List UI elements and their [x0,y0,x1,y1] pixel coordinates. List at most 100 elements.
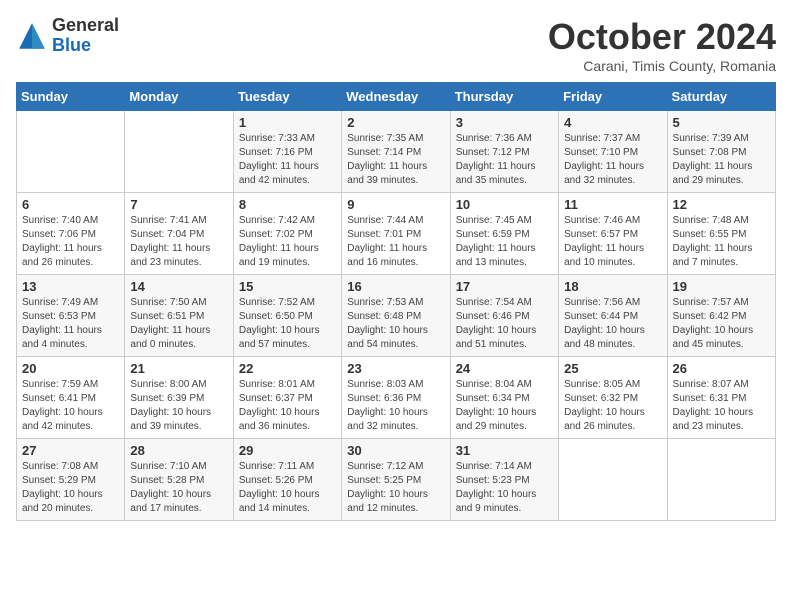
day-detail: Sunrise: 7:57 AM Sunset: 6:42 PM Dayligh… [673,296,770,352]
day-detail: Sunrise: 7:56 AM Sunset: 6:44 PM Dayligh… [564,296,661,352]
day-cell: 1 Sunrise: 7:33 AM Sunset: 7:16 PM Daylig… [233,111,341,193]
day-number: 15 [239,279,336,294]
day-cell [667,439,775,521]
day-number: 17 [456,279,553,294]
day-detail: Sunrise: 7:50 AM Sunset: 6:51 PM Dayligh… [130,296,227,352]
logo-general-text: General [52,16,119,36]
day-number: 16 [347,279,444,294]
week-row-5: 27 Sunrise: 7:08 AM Sunset: 5:29 PM Dayli… [17,439,776,521]
day-cell: 15 Sunrise: 7:52 AM Sunset: 6:50 PM Dayli… [233,275,341,357]
day-number: 11 [564,197,661,212]
day-detail: Sunrise: 7:52 AM Sunset: 6:50 PM Dayligh… [239,296,336,352]
day-number: 2 [347,115,444,130]
day-cell: 2Sunrise: 7:35 AM Sunset: 7:14 PM Daylig… [342,111,450,193]
day-detail: Sunrise: 7:54 AM Sunset: 6:46 PM Dayligh… [456,296,553,352]
day-detail: Sunrise: 7:39 AM Sunset: 7:08 PM Dayligh… [673,132,770,188]
day-header-sunday: Sunday [17,83,125,111]
day-detail: Sunrise: 8:05 AM Sunset: 6:32 PM Dayligh… [564,378,661,434]
day-cell: 19Sunrise: 7:57 AM Sunset: 6:42 PM Dayli… [667,275,775,357]
logo-blue-text: Blue [52,36,119,56]
day-number: 5 [673,115,770,130]
day-detail: Sunrise: 8:04 AM Sunset: 6:34 PM Dayligh… [456,378,553,434]
day-header-saturday: Saturday [667,83,775,111]
day-detail: Sunrise: 7:08 AM Sunset: 5:29 PM Dayligh… [22,460,119,516]
month-title: October 2024 [548,16,776,58]
day-cell: 17 Sunrise: 7:54 AM Sunset: 6:46 PM Dayli… [450,275,558,357]
day-cell: 3 Sunrise: 7:36 AM Sunset: 7:12 PM Daylig… [450,111,558,193]
day-number: 4 [564,115,661,130]
day-detail: Sunrise: 7:48 AM Sunset: 6:55 PM Dayligh… [673,214,770,270]
day-number: 22 [239,361,336,376]
day-detail: Sunrise: 7:40 AM Sunset: 7:06 PM Dayligh… [22,214,119,270]
day-cell: 6Sunrise: 7:40 AM Sunset: 7:06 PM Daylig… [17,193,125,275]
day-number: 12 [673,197,770,212]
day-header-tuesday: Tuesday [233,83,341,111]
day-detail: Sunrise: 7:36 AM Sunset: 7:12 PM Dayligh… [456,132,553,188]
day-cell: 14 Sunrise: 7:50 AM Sunset: 6:51 PM Dayli… [125,275,233,357]
day-number: 3 [456,115,553,130]
day-number: 26 [673,361,770,376]
day-detail: Sunrise: 7:59 AM Sunset: 6:41 PM Dayligh… [22,378,119,434]
logo: General Blue [16,16,119,56]
day-detail: Sunrise: 7:44 AM Sunset: 7:01 PM Dayligh… [347,214,444,270]
day-detail: Sunrise: 8:01 AM Sunset: 6:37 PM Dayligh… [239,378,336,434]
day-number: 30 [347,443,444,458]
day-detail: Sunrise: 7:10 AM Sunset: 5:28 PM Dayligh… [130,460,227,516]
day-detail: Sunrise: 8:03 AM Sunset: 6:36 PM Dayligh… [347,378,444,434]
calendar-body: 1 Sunrise: 7:33 AM Sunset: 7:16 PM Daylig… [17,111,776,521]
day-number: 1 [239,115,336,130]
day-detail: Sunrise: 7:14 AM Sunset: 5:23 PM Dayligh… [456,460,553,516]
day-cell: 7Sunrise: 7:41 AM Sunset: 7:04 PM Daylig… [125,193,233,275]
day-cell: 29Sunrise: 7:11 AM Sunset: 5:26 PM Dayli… [233,439,341,521]
day-cell: 9 Sunrise: 7:44 AM Sunset: 7:01 PM Daylig… [342,193,450,275]
day-cell: 13 Sunrise: 7:49 AM Sunset: 6:53 PM Dayli… [17,275,125,357]
day-number: 23 [347,361,444,376]
day-detail: Sunrise: 7:53 AM Sunset: 6:48 PM Dayligh… [347,296,444,352]
day-cell: 18 Sunrise: 7:56 AM Sunset: 6:44 PM Dayli… [559,275,667,357]
day-detail: Sunrise: 7:45 AM Sunset: 6:59 PM Dayligh… [456,214,553,270]
calendar-table: SundayMondayTuesdayWednesdayThursdayFrid… [16,82,776,521]
calendar-header: SundayMondayTuesdayWednesdayThursdayFrid… [17,83,776,111]
day-number: 27 [22,443,119,458]
week-row-2: 6Sunrise: 7:40 AM Sunset: 7:06 PM Daylig… [17,193,776,275]
day-number: 18 [564,279,661,294]
day-cell: 31Sunrise: 7:14 AM Sunset: 5:23 PM Dayli… [450,439,558,521]
day-header-thursday: Thursday [450,83,558,111]
day-cell: 8 Sunrise: 7:42 AM Sunset: 7:02 PM Daylig… [233,193,341,275]
logo-icon [16,20,48,52]
day-detail: Sunrise: 7:46 AM Sunset: 6:57 PM Dayligh… [564,214,661,270]
day-cell: 4Sunrise: 7:37 AM Sunset: 7:10 PM Daylig… [559,111,667,193]
day-cell [559,439,667,521]
day-detail: Sunrise: 7:33 AM Sunset: 7:16 PM Dayligh… [239,132,336,188]
day-cell: 11 Sunrise: 7:46 AM Sunset: 6:57 PM Dayli… [559,193,667,275]
day-header-wednesday: Wednesday [342,83,450,111]
day-cell: 30 Sunrise: 7:12 AM Sunset: 5:25 PM Dayli… [342,439,450,521]
day-cell: 25 Sunrise: 8:05 AM Sunset: 6:32 PM Dayli… [559,357,667,439]
day-detail: Sunrise: 8:07 AM Sunset: 6:31 PM Dayligh… [673,378,770,434]
day-cell: 26 Sunrise: 8:07 AM Sunset: 6:31 PM Dayli… [667,357,775,439]
week-row-3: 13 Sunrise: 7:49 AM Sunset: 6:53 PM Dayli… [17,275,776,357]
day-number: 21 [130,361,227,376]
title-block: October 2024 Carani, Timis County, Roman… [548,16,776,74]
day-number: 8 [239,197,336,212]
day-cell: 23 Sunrise: 8:03 AM Sunset: 6:36 PM Dayli… [342,357,450,439]
day-number: 20 [22,361,119,376]
week-row-4: 20 Sunrise: 7:59 AM Sunset: 6:41 PM Dayli… [17,357,776,439]
day-number: 10 [456,197,553,212]
day-number: 9 [347,197,444,212]
day-cell: 16 Sunrise: 7:53 AM Sunset: 6:48 PM Dayli… [342,275,450,357]
day-number: 25 [564,361,661,376]
day-number: 28 [130,443,227,458]
day-header-monday: Monday [125,83,233,111]
day-detail: Sunrise: 7:11 AM Sunset: 5:26 PM Dayligh… [239,460,336,516]
day-detail: Sunrise: 7:42 AM Sunset: 7:02 PM Dayligh… [239,214,336,270]
day-detail: Sunrise: 7:12 AM Sunset: 5:25 PM Dayligh… [347,460,444,516]
day-header-friday: Friday [559,83,667,111]
day-cell: 22 Sunrise: 8:01 AM Sunset: 6:37 PM Dayli… [233,357,341,439]
logo-text: General Blue [52,16,119,56]
day-cell [17,111,125,193]
day-number: 14 [130,279,227,294]
day-cell: 27 Sunrise: 7:08 AM Sunset: 5:29 PM Dayli… [17,439,125,521]
day-number: 13 [22,279,119,294]
day-detail: Sunrise: 7:49 AM Sunset: 6:53 PM Dayligh… [22,296,119,352]
